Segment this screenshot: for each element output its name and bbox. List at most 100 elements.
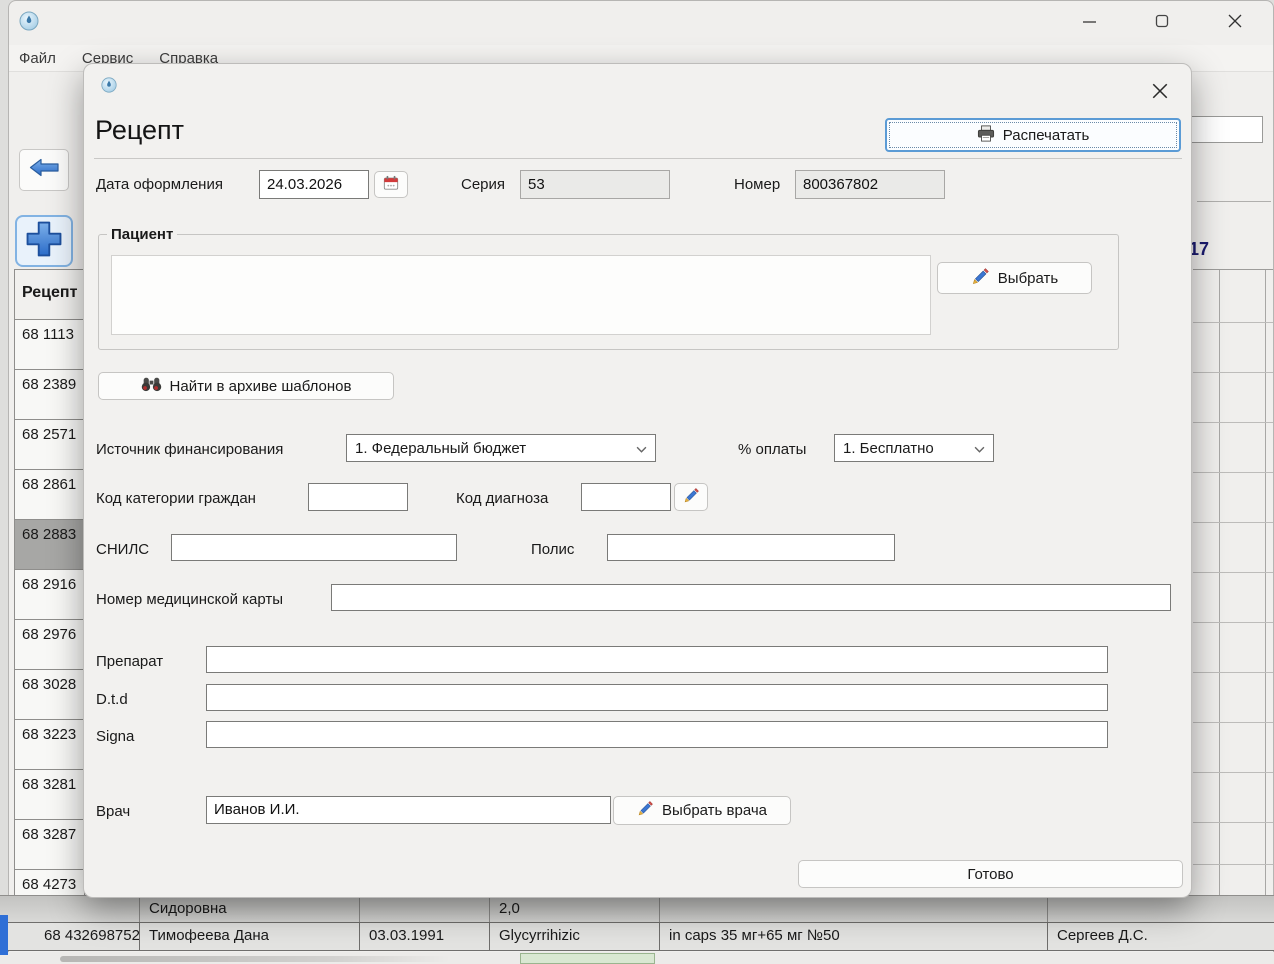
archive-search-button[interactable]: Найти в архиве шаблонов bbox=[98, 372, 394, 400]
cell-doctor: Сергеев Д.С. bbox=[1048, 923, 1245, 950]
chevron-down-icon bbox=[974, 440, 985, 457]
done-button-label: Готово bbox=[967, 866, 1013, 883]
chevron-down-icon bbox=[636, 440, 647, 457]
signa-input[interactable] bbox=[206, 721, 1108, 748]
dialog-close-button[interactable] bbox=[1143, 76, 1177, 106]
records-counter: 17 bbox=[1189, 239, 1209, 260]
number-label: Номер bbox=[734, 176, 780, 193]
background-window-edge bbox=[0, 0, 8, 964]
cell-number: 68 432698752 bbox=[35, 923, 140, 950]
table-row[interactable]: 68 2883 bbox=[15, 520, 84, 570]
cell-birthdate bbox=[360, 896, 490, 922]
printer-icon bbox=[977, 125, 995, 146]
cell-patient: Сидоровна bbox=[140, 896, 360, 922]
cell-patient: Тимофеева Дана bbox=[140, 923, 360, 950]
payment-label: % оплаты bbox=[738, 441, 806, 458]
snils-input[interactable] bbox=[171, 534, 457, 561]
signa-label: Signa bbox=[96, 728, 134, 745]
close-button[interactable] bbox=[1212, 6, 1258, 36]
print-button-label: Распечатать bbox=[1003, 127, 1090, 144]
dialog-app-icon bbox=[101, 77, 117, 98]
minimize-button[interactable] bbox=[1066, 6, 1112, 36]
dtd-label: D.t.d bbox=[96, 691, 128, 708]
pencil-icon bbox=[971, 267, 990, 290]
funding-value: 1. Федеральный бюджет bbox=[355, 440, 526, 457]
divider bbox=[94, 158, 1182, 159]
table-row[interactable]: 68 3223 bbox=[15, 720, 84, 770]
payment-select[interactable]: 1. Бесплатно bbox=[834, 434, 994, 462]
funding-label: Источник финансирования bbox=[96, 441, 283, 458]
table-row[interactable]: 68 3281 bbox=[15, 770, 84, 820]
citizen-category-input[interactable] bbox=[308, 483, 408, 511]
binoculars-icon bbox=[141, 376, 162, 396]
medcard-input[interactable] bbox=[331, 584, 1171, 611]
calendar-icon bbox=[383, 175, 399, 195]
plus-icon bbox=[24, 219, 64, 264]
cell-dosage: in caps 35 мг+65 мг №50 bbox=[660, 923, 1048, 950]
snils-label: СНИЛС bbox=[96, 541, 149, 558]
background-blue-fragment bbox=[0, 915, 8, 955]
archive-search-label: Найти в архиве шаблонов bbox=[170, 378, 352, 395]
cell-birthdate: 03.03.1991 bbox=[360, 923, 490, 950]
done-button[interactable]: Готово bbox=[798, 860, 1183, 888]
table-row[interactable]: 68 1113 bbox=[15, 320, 84, 370]
prescription-dialog: Рецепт Распечатать Дата оформления 24.03… bbox=[83, 63, 1192, 898]
dtd-input[interactable] bbox=[206, 684, 1108, 711]
date-input[interactable]: 24.03.2026 bbox=[259, 170, 369, 199]
citizen-category-label: Код категории граждан bbox=[96, 490, 256, 507]
series-input: 53 bbox=[520, 170, 670, 199]
app-icon bbox=[19, 11, 39, 36]
cell-dosage bbox=[660, 896, 1048, 922]
table-row[interactable]: 68 2861 bbox=[15, 470, 84, 520]
table-row[interactable]: 68 2389 bbox=[15, 370, 84, 420]
menu-file[interactable]: Файл bbox=[19, 50, 56, 67]
divider bbox=[1197, 201, 1271, 202]
table-row[interactable]: 68 3287 bbox=[15, 820, 84, 870]
recipe-table-left-column: Рецепт 68 111368 238968 257168 286168 28… bbox=[14, 269, 85, 921]
add-prescription-button[interactable] bbox=[15, 215, 73, 267]
cutoff-text-fragment bbox=[60, 956, 450, 962]
number-input: 800367802 bbox=[795, 170, 945, 199]
table-row[interactable]: 68 2976 bbox=[15, 620, 84, 670]
recipe-list: 68 111368 238968 257168 286168 288368 29… bbox=[15, 320, 84, 920]
back-arrow-icon bbox=[29, 158, 59, 182]
calendar-button[interactable] bbox=[374, 171, 408, 198]
diagnosis-code-input[interactable] bbox=[581, 483, 671, 511]
print-button[interactable]: Распечатать bbox=[885, 118, 1181, 152]
recipe-column-header[interactable]: Рецепт bbox=[15, 270, 84, 320]
cell-number bbox=[35, 896, 140, 922]
maximize-button[interactable] bbox=[1139, 6, 1185, 36]
patient-display bbox=[111, 255, 931, 335]
choose-doctor-button[interactable]: Выбрать врача bbox=[613, 796, 791, 825]
pencil-icon bbox=[637, 800, 654, 821]
choose-doctor-label: Выбрать врача bbox=[662, 802, 767, 819]
cutoff-green-cell bbox=[520, 953, 655, 964]
cell-drug: Glycyrrihizic bbox=[490, 923, 660, 950]
drug-label: Препарат bbox=[96, 653, 163, 670]
choose-patient-button[interactable]: Выбрать bbox=[937, 262, 1092, 294]
table-row[interactable]: 68 2916 bbox=[15, 570, 84, 620]
series-label: Серия bbox=[461, 176, 505, 193]
table-row[interactable]: 68 3028 bbox=[15, 670, 84, 720]
policy-input[interactable] bbox=[607, 534, 895, 561]
doctor-input[interactable]: Иванов И.И. bbox=[206, 796, 611, 824]
cell-doctor bbox=[1048, 896, 1245, 922]
date-label: Дата оформления bbox=[96, 176, 223, 193]
table-row[interactable]: 68 2571 bbox=[15, 420, 84, 470]
pencil-icon bbox=[683, 487, 700, 508]
payment-value: 1. Бесплатно bbox=[843, 440, 934, 457]
medcard-label: Номер медицинской карты bbox=[96, 591, 283, 608]
diagnosis-edit-button[interactable] bbox=[674, 483, 708, 511]
doctor-label: Врач bbox=[96, 803, 130, 820]
cell-dose: 2,0 bbox=[490, 896, 660, 922]
back-button[interactable] bbox=[19, 149, 69, 191]
funding-select[interactable]: 1. Федеральный бюджет bbox=[346, 434, 656, 462]
recipe-table-right-sliver bbox=[1193, 269, 1273, 896]
patient-group-label: Пациент bbox=[107, 226, 177, 243]
choose-patient-label: Выбрать bbox=[998, 270, 1058, 287]
dialog-title: Рецепт bbox=[95, 115, 184, 146]
table-row-partial[interactable]: Сидоровна 2,0 bbox=[0, 895, 1274, 922]
drug-input[interactable] bbox=[206, 646, 1108, 673]
table-row-timofeeva[interactable]: 68 432698752 Тимофеева Дана 03.03.1991 G… bbox=[0, 922, 1274, 951]
diagnosis-code-label: Код диагноза bbox=[456, 490, 548, 507]
